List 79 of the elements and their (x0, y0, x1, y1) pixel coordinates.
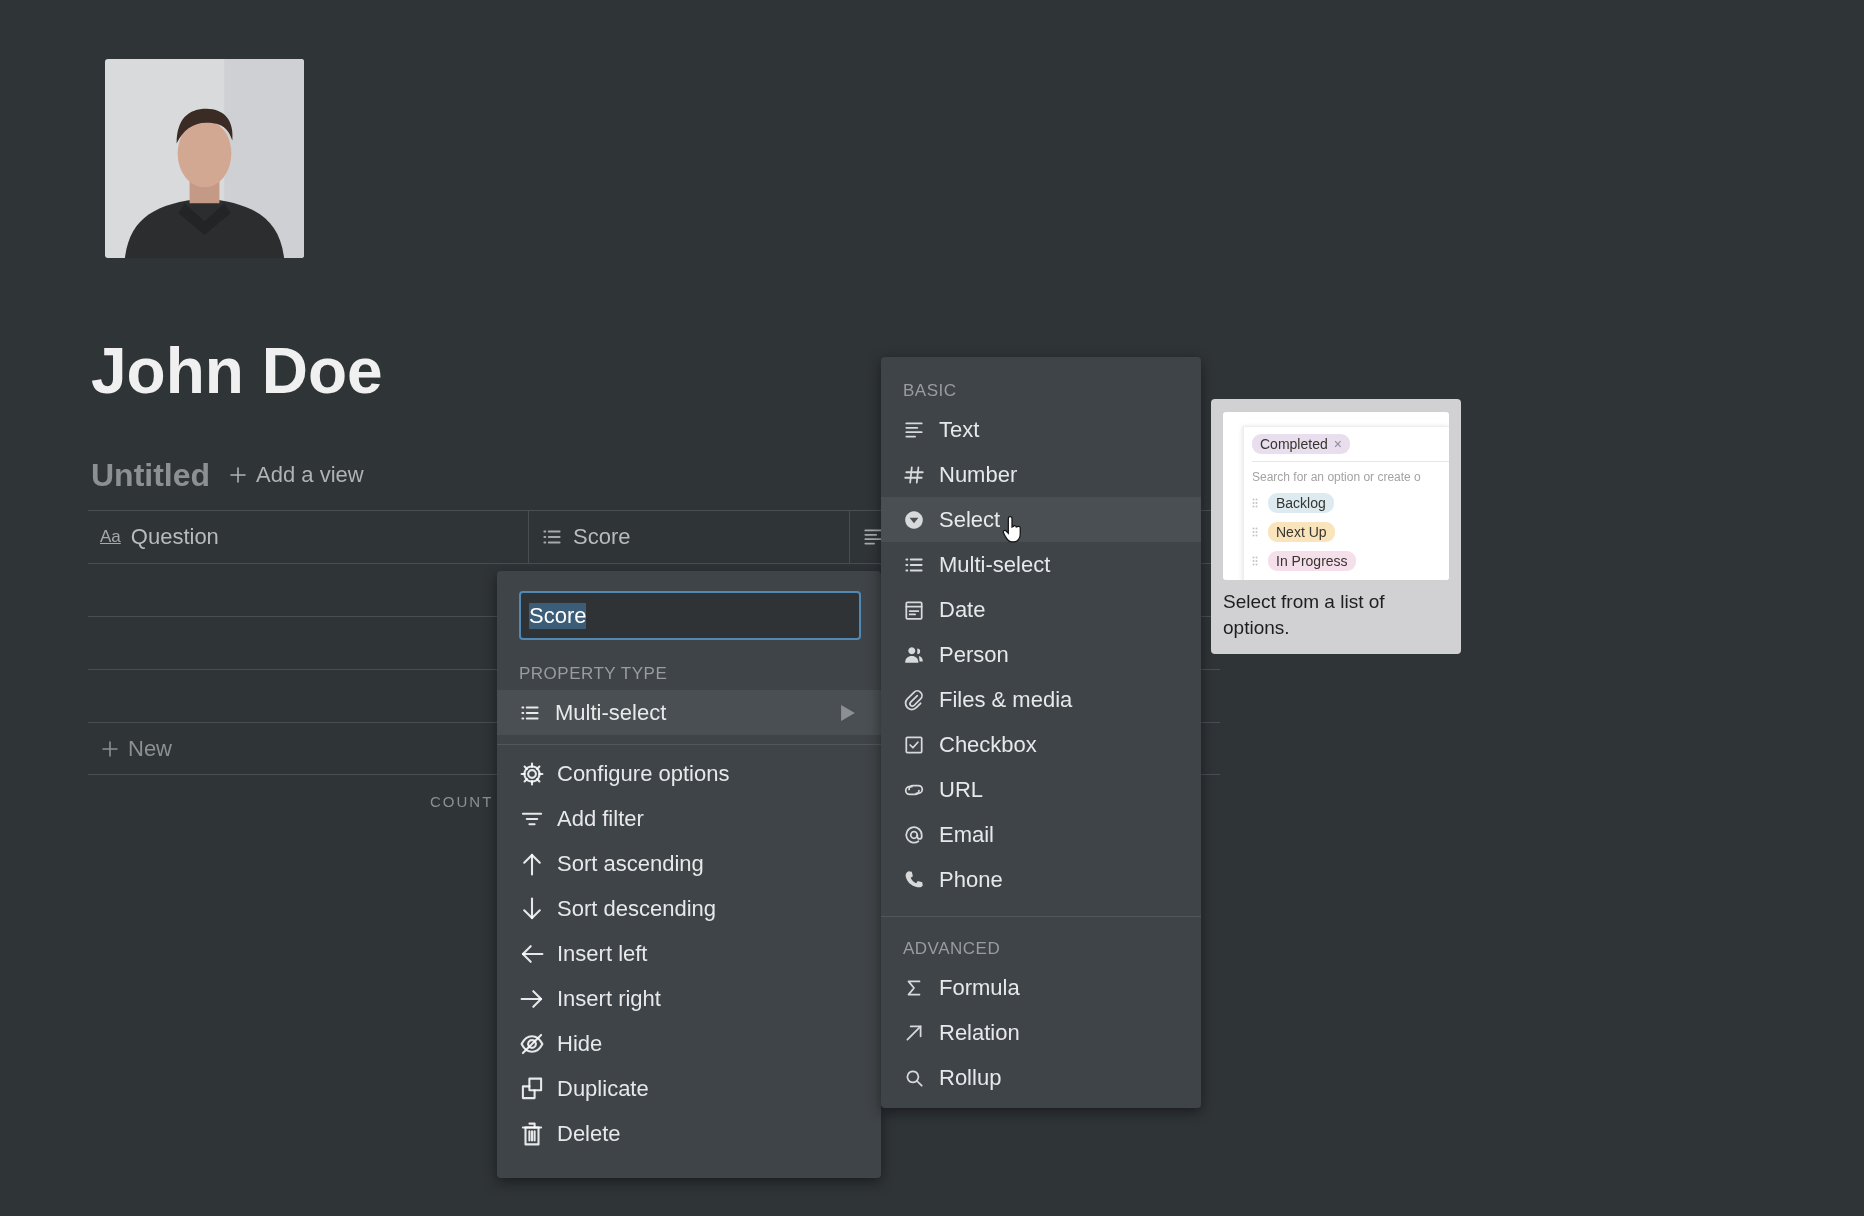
type-option[interactable]: Select (881, 497, 1201, 542)
calendar-icon (903, 598, 925, 621)
type-label: Number (939, 461, 1018, 488)
option-tag: Completed × (1252, 434, 1350, 454)
menu-item[interactable]: Sort ascending (497, 841, 881, 886)
type-label: Select (939, 506, 1001, 533)
type-label: Email (939, 821, 994, 848)
type-label: URL (939, 776, 983, 803)
type-option[interactable]: Phone (881, 857, 1201, 902)
menu-item-label: Duplicate (557, 1075, 649, 1102)
menu-item-label: Configure options (557, 760, 730, 787)
view-title[interactable]: Untitled (91, 456, 211, 494)
menu-item-label: Hide (557, 1030, 603, 1057)
paperclip-icon (903, 688, 925, 711)
option-tag: Next Up (1268, 521, 1335, 542)
plus-icon (100, 738, 120, 759)
hand-cursor-icon (1002, 516, 1023, 543)
type-option[interactable]: URL (881, 767, 1201, 812)
preview-description: Select from a list of options. (1223, 590, 1386, 640)
settings-icon (519, 760, 545, 787)
type-label: Relation (939, 1019, 1020, 1046)
count-label[interactable]: COUNT (430, 793, 494, 810)
submenu-arrow-icon (841, 704, 855, 721)
type-option[interactable]: Rollup (881, 1055, 1201, 1100)
section-label: PROPERTY TYPE (518, 663, 669, 685)
menu-item-label: Insert right (557, 985, 661, 1012)
hash-icon (903, 463, 925, 486)
menu-item[interactable]: Configure options (497, 751, 881, 796)
type-option[interactable]: Files & media (881, 677, 1201, 722)
column-header[interactable]: Question (130, 524, 219, 550)
trash-icon (519, 1120, 545, 1147)
type-option[interactable]: Person (881, 632, 1201, 677)
menu-item[interactable]: Sort descending (497, 886, 881, 931)
type-option[interactable]: Checkbox (881, 722, 1201, 767)
type-label: Formula (939, 974, 1020, 1001)
add-view-button[interactable]: Add a view (228, 462, 364, 488)
copy-icon (519, 1075, 545, 1102)
option-tag: Backlog (1268, 492, 1334, 513)
type-label: Phone (939, 866, 1003, 893)
type-label: Date (939, 596, 986, 623)
menu-item[interactable]: Delete (497, 1111, 881, 1156)
type-option[interactable]: Email (881, 812, 1201, 857)
menu-item-label: Sort ascending (557, 850, 704, 877)
page-title: John Doe (91, 334, 383, 408)
type-option[interactable]: Text (881, 407, 1201, 452)
at-sign-icon (903, 823, 925, 846)
type-label: Files & media (939, 686, 1073, 713)
menu-item-label: Insert left (557, 940, 648, 967)
property-name-field[interactable]: Score (519, 591, 861, 640)
property-type-item[interactable]: Multi-select (497, 690, 881, 735)
type-option[interactable]: Relation (881, 1010, 1201, 1055)
menu-item[interactable]: Add filter (497, 796, 881, 841)
menu-item[interactable]: Duplicate (497, 1066, 881, 1111)
menu-item-label: Delete (557, 1120, 621, 1147)
type-label: Text (939, 416, 980, 443)
menu-item-label: Multi-select (555, 699, 667, 726)
type-option[interactable]: Formula (881, 965, 1201, 1010)
drag-handle-icon (1252, 497, 1258, 508)
plus-icon (228, 465, 249, 485)
drag-handle-icon (1252, 526, 1258, 537)
section-label: BASIC (902, 380, 958, 402)
type-label: Rollup (939, 1064, 1002, 1091)
type-label: Person (939, 641, 1009, 668)
menu-item[interactable]: Insert left (497, 931, 881, 976)
type-option[interactable]: Multi-select (881, 542, 1201, 587)
menu-item-label: Sort descending (557, 895, 716, 922)
checkbox-icon (903, 733, 925, 756)
column-header[interactable]: Score (573, 524, 631, 550)
drag-handle-icon (1252, 555, 1258, 566)
option-tag: In Progress (1268, 550, 1356, 571)
type-option[interactable]: Date (881, 587, 1201, 632)
menu-item[interactable]: Hide (497, 1021, 881, 1066)
type-option[interactable]: Number (881, 452, 1201, 497)
menu-item-label: Add filter (557, 805, 644, 832)
title-type-icon: Aa (100, 527, 121, 547)
type-label: Multi-select (939, 551, 1051, 578)
type-label: Checkbox (939, 731, 1037, 758)
menu-item[interactable]: Insert right (497, 976, 881, 1021)
section-label: ADVANCED (902, 938, 1002, 960)
